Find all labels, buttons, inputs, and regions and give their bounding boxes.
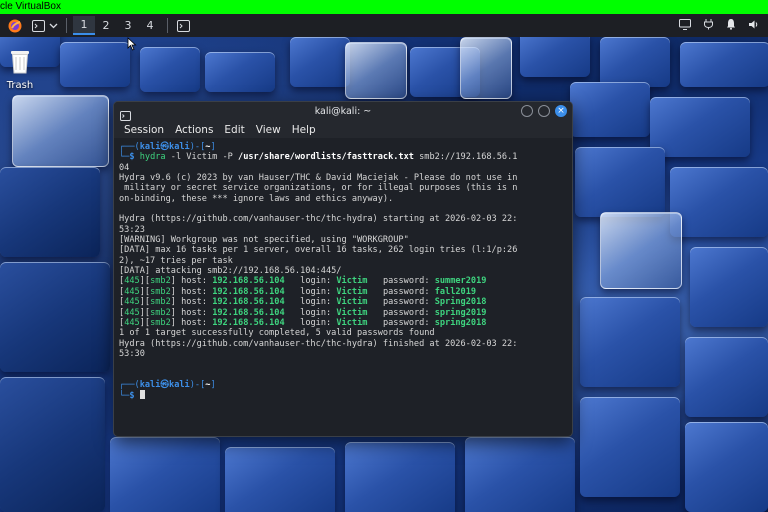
result-row: [445][smb2] host: 192.168.56.104 login: … (119, 297, 487, 308)
result-service: smb2 (150, 317, 171, 328)
top-panel: 1 2 3 4 (0, 14, 768, 37)
hydra-output-footer: 1 of 1 target successfully completed, 5 … (119, 328, 517, 359)
close-button[interactable]: × (555, 105, 567, 117)
result-password: fall2019 (434, 286, 477, 297)
prompt-host: kali (169, 142, 190, 152)
panel-divider (167, 18, 168, 33)
output-line: 2), ~17 tries per task (119, 255, 233, 266)
mouse-pointer-icon (127, 36, 137, 55)
result-host: 192.168.56.104 (212, 297, 285, 308)
notification-bell-icon[interactable] (726, 18, 736, 33)
result-password: summer2019 (434, 276, 487, 287)
terminal-output[interactable]: ┌──(kali㉿kali)-[~] └─$ hydra -l Victim -… (114, 138, 572, 406)
output-line: [DATA] max 16 tasks per 1 server, overal… (119, 245, 518, 256)
menu-view[interactable]: View (256, 124, 281, 136)
output-line: Hydra (https://github.com/vanhauser-thc/… (119, 214, 518, 225)
output-line: Hydra (https://github.com/vanhauser-thc/… (119, 338, 518, 349)
chevron-down-icon[interactable] (46, 14, 60, 37)
output-line: military or secret service organizations… (119, 183, 518, 194)
workspace-2[interactable]: 2 (95, 16, 117, 35)
terminal-window[interactable]: kali@kali: ~ × Session Actions Edit View… (113, 101, 573, 437)
result-host: 192.168.56.104 (212, 276, 285, 287)
result-login: Victim (336, 276, 368, 287)
virtualbox-titlebar: cle VirtualBox (0, 0, 768, 14)
result-password: Spring2018 (434, 297, 487, 308)
taskbar-terminal-icon[interactable] (174, 14, 192, 37)
output-line: 53:30 (119, 348, 145, 359)
virtualbox-title: cle VirtualBox (0, 1, 61, 12)
result-service: smb2 (150, 286, 171, 297)
result-password: spring2018 (434, 317, 487, 328)
command-line: └─$ hydra -l Victim -P /usr/share/wordli… (119, 152, 518, 163)
terminal-menubar: Session Actions Edit View Help (114, 121, 572, 138)
result-login: Victim (336, 286, 368, 297)
menu-session[interactable]: Session (124, 124, 164, 136)
text-cursor (139, 390, 145, 400)
kali-menu-icon[interactable] (0, 14, 30, 37)
menu-edit[interactable]: Edit (224, 124, 244, 136)
result-service: smb2 (150, 297, 171, 308)
result-port: 445 (124, 317, 140, 328)
result-row: [445][smb2] host: 192.168.56.104 login: … (119, 317, 487, 328)
panel-divider (66, 18, 67, 33)
output-line: [DATA] attacking smb2://192.168.56.104:4… (119, 266, 342, 277)
result-login: Victim (336, 317, 368, 328)
result-port: 445 (124, 286, 140, 297)
prompt-line-2: ┌──(kali㉿kali)-[~] (119, 379, 216, 390)
volume-icon[interactable] (748, 19, 760, 33)
command-bin: hydra (139, 152, 166, 163)
input-line[interactable]: └─$ (119, 390, 145, 401)
result-host: 192.168.56.104 (212, 286, 285, 297)
display-icon[interactable] (679, 18, 691, 33)
result-row: [445][smb2] host: 192.168.56.104 login: … (119, 286, 477, 297)
minimize-button[interactable] (521, 105, 533, 117)
trash-label: Trash (6, 80, 34, 91)
command-wordlist: /usr/share/wordlists/fasttrack.txt (238, 152, 414, 163)
workspace-1[interactable]: 1 (73, 16, 95, 35)
hydra-output-header: Hydra v9.6 (c) 2023 by van Hauser/THC & … (119, 173, 517, 276)
close-icon: × (557, 106, 565, 116)
result-password: spring2019 (434, 307, 487, 318)
power-plug-icon[interactable] (703, 18, 714, 33)
result-port: 445 (124, 276, 140, 287)
result-host: 192.168.56.104 (212, 307, 285, 318)
desktop-trash[interactable]: Trash (2, 48, 38, 91)
workspace-3[interactable]: 3 (117, 16, 139, 35)
result-host: 192.168.56.104 (212, 317, 285, 328)
prompt-line-1: ┌──(kali㉿kali)-[~] (119, 142, 216, 152)
result-port: 445 (124, 297, 140, 308)
result-row: [445][smb2] host: 192.168.56.104 login: … (119, 276, 487, 287)
menu-actions[interactable]: Actions (175, 124, 213, 136)
result-port: 445 (124, 307, 140, 318)
terminal-titlebar[interactable]: kali@kali: ~ × (114, 102, 572, 121)
result-service: smb2 (150, 307, 171, 318)
output-line: [WARNING] Workgroup was not specified, u… (119, 235, 409, 246)
output-line: on-binding, these *** ignore laws and et… (119, 193, 394, 204)
workspace-4[interactable]: 4 (139, 16, 161, 35)
prompt-at: ㉿ (160, 142, 170, 152)
hydra-results: [445][smb2] host: 192.168.56.104 login: … (119, 276, 486, 327)
result-login: Victim (336, 297, 368, 308)
trash-icon[interactable] (9, 51, 31, 78)
output-line: 1 of 1 target successfully completed, 5 … (119, 328, 435, 339)
output-line: Hydra v9.6 (c) 2023 by van Hauser/THC & … (119, 173, 518, 184)
result-login: Victim (336, 307, 368, 318)
menu-help[interactable]: Help (292, 124, 316, 136)
result-row: [445][smb2] host: 192.168.56.104 login: … (119, 307, 487, 318)
prompt-user: kali (139, 142, 161, 152)
command-wrap: 04 (119, 162, 130, 173)
terminal-launcher-icon[interactable] (30, 14, 46, 37)
output-line: 53:23 (119, 224, 145, 235)
maximize-button[interactable] (538, 105, 550, 117)
result-service: smb2 (150, 276, 171, 287)
terminal-title: kali@kali: ~ (314, 106, 372, 117)
